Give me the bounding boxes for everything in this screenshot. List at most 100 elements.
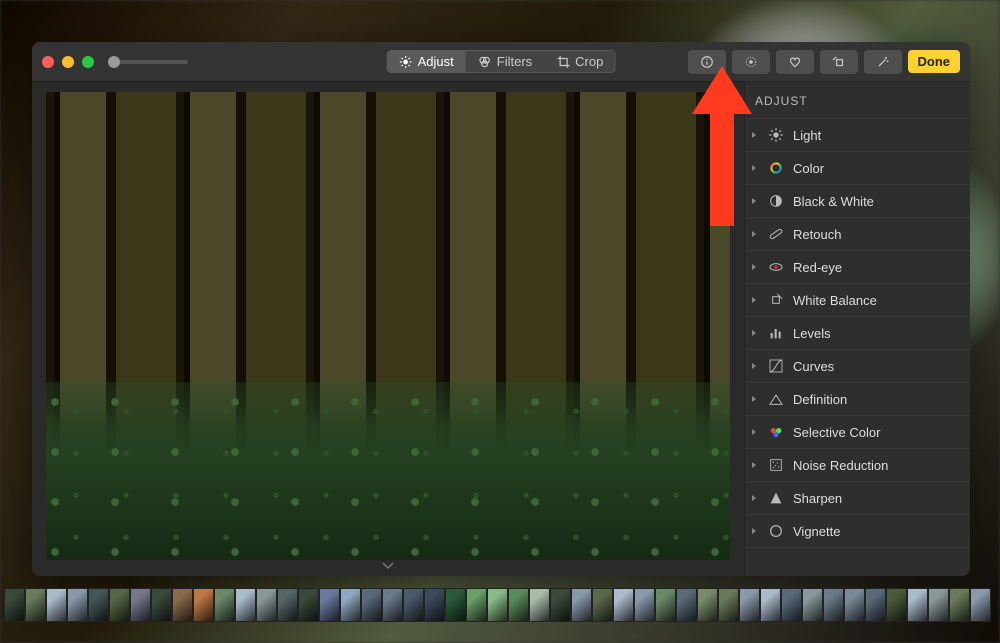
filmstrip-thumb[interactable]	[571, 588, 592, 622]
filmstrip-thumb[interactable]	[130, 588, 151, 622]
info-button[interactable]	[688, 50, 726, 74]
filmstrip-thumb[interactable]	[445, 588, 466, 622]
chevron-down-icon	[382, 562, 394, 570]
vignette-icon	[767, 522, 785, 540]
definition-icon	[767, 390, 785, 408]
done-button[interactable]: Done	[908, 50, 961, 73]
adjust-row-label: Vignette	[793, 524, 840, 539]
filters-icon	[478, 55, 492, 69]
rotate-button[interactable]	[820, 50, 858, 74]
filmstrip-thumb[interactable]	[949, 588, 970, 622]
adjust-row-label: White Balance	[793, 293, 877, 308]
tab-filters[interactable]: Filters	[466, 50, 544, 73]
filmstrip-thumb[interactable]	[802, 588, 823, 622]
filmstrip-thumb[interactable]	[109, 588, 130, 622]
filmstrip-thumb[interactable]	[634, 588, 655, 622]
filmstrip-thumb[interactable]	[277, 588, 298, 622]
adjust-row-levels[interactable]: Levels	[745, 317, 970, 350]
filmstrip-thumb[interactable]	[697, 588, 718, 622]
filmstrip-thumb[interactable]	[424, 588, 445, 622]
magic-wand-icon	[876, 55, 890, 69]
filmstrip-thumb[interactable]	[907, 588, 928, 622]
filmstrip-thumb[interactable]	[970, 588, 991, 622]
disclosure-triangle-icon	[749, 197, 759, 205]
filmstrip-thumb[interactable]	[298, 588, 319, 622]
disclosure-triangle-icon	[749, 428, 759, 436]
filmstrip-thumb[interactable]	[508, 588, 529, 622]
adjust-row-label: Light	[793, 128, 821, 143]
minimize-window-button[interactable]	[62, 56, 74, 68]
tab-adjust[interactable]: Adjust	[387, 50, 466, 73]
filmstrip-thumb[interactable]	[760, 588, 781, 622]
filmstrip-thumb[interactable]	[214, 588, 235, 622]
filmstrip-thumb[interactable]	[739, 588, 760, 622]
filmstrip-thumb[interactable]	[67, 588, 88, 622]
adjust-row-light[interactable]: Light	[745, 119, 970, 152]
toolbar: Adjust Filters Crop	[32, 42, 970, 82]
filmstrip-thumb[interactable]	[340, 588, 361, 622]
adjust-row-color[interactable]: Color	[745, 152, 970, 185]
filmstrip-thumb[interactable]	[256, 588, 277, 622]
adjust-row-black-white[interactable]: Black & White	[745, 185, 970, 218]
adjust-row-white-balance[interactable]: White Balance	[745, 284, 970, 317]
selective-color-icon	[767, 423, 785, 441]
filmstrip-thumb[interactable]	[403, 588, 424, 622]
adjust-row-label: Selective Color	[793, 425, 880, 440]
filmstrip-thumb[interactable]	[529, 588, 550, 622]
filmstrip-thumb[interactable]	[886, 588, 907, 622]
filmstrip-thumb[interactable]	[193, 588, 214, 622]
filmstrip-thumb[interactable]	[844, 588, 865, 622]
filmstrip-thumb[interactable]	[172, 588, 193, 622]
disclosure-triangle-icon	[749, 461, 759, 469]
fullscreen-window-button[interactable]	[82, 56, 94, 68]
sharpen-icon	[767, 489, 785, 507]
filmstrip-thumb[interactable]	[25, 588, 46, 622]
adjust-row-selective-color[interactable]: Selective Color	[745, 416, 970, 449]
disclosure-triangle-icon	[749, 296, 759, 304]
adjust-row-red-eye[interactable]: Red-eye	[745, 251, 970, 284]
tab-crop[interactable]: Crop	[544, 50, 615, 73]
filmstrip-thumb[interactable]	[655, 588, 676, 622]
light-icon	[767, 126, 785, 144]
rotate-icon	[832, 55, 846, 69]
auto-enhance-button[interactable]	[864, 50, 902, 74]
adjust-row-vignette[interactable]: Vignette	[745, 515, 970, 548]
tab-crop-label: Crop	[575, 54, 603, 69]
live-photo-button[interactable]	[732, 50, 770, 74]
heart-icon	[788, 55, 802, 69]
adjust-row-definition[interactable]: Definition	[745, 383, 970, 416]
filmstrip[interactable]	[0, 588, 1000, 643]
disclosure-triangle-icon	[749, 263, 759, 271]
filmstrip-thumb[interactable]	[487, 588, 508, 622]
filmstrip-thumb[interactable]	[781, 588, 802, 622]
zoom-slider[interactable]	[108, 60, 188, 64]
close-window-button[interactable]	[42, 56, 54, 68]
photo-preview[interactable]	[46, 92, 730, 560]
disclosure-triangle-icon	[749, 164, 759, 172]
filmstrip-thumb[interactable]	[865, 588, 886, 622]
filmstrip-thumb[interactable]	[235, 588, 256, 622]
filmstrip-thumb[interactable]	[718, 588, 739, 622]
favorite-button[interactable]	[776, 50, 814, 74]
adjust-row-retouch[interactable]: Retouch	[745, 218, 970, 251]
filmstrip-thumb[interactable]	[151, 588, 172, 622]
filmstrip-thumb[interactable]	[592, 588, 613, 622]
filmstrip-thumb[interactable]	[88, 588, 109, 622]
adjust-panel: ADJUST LightColorBlack & WhiteRetouchRed…	[744, 82, 970, 576]
filmstrip-thumb[interactable]	[4, 588, 25, 622]
adjust-row-noise-reduction[interactable]: Noise Reduction	[745, 449, 970, 482]
filmstrip-thumb[interactable]	[676, 588, 697, 622]
adjust-row-sharpen[interactable]: Sharpen	[745, 482, 970, 515]
disclosure-triangle-icon	[749, 131, 759, 139]
filmstrip-thumb[interactable]	[823, 588, 844, 622]
filmstrip-thumb[interactable]	[319, 588, 340, 622]
filmstrip-thumb[interactable]	[382, 588, 403, 622]
filmstrip-thumb[interactable]	[466, 588, 487, 622]
scrubber-handle[interactable]	[46, 560, 730, 572]
filmstrip-thumb[interactable]	[361, 588, 382, 622]
adjust-row-curves[interactable]: Curves	[745, 350, 970, 383]
filmstrip-thumb[interactable]	[46, 588, 67, 622]
filmstrip-thumb[interactable]	[613, 588, 634, 622]
filmstrip-thumb[interactable]	[550, 588, 571, 622]
filmstrip-thumb[interactable]	[928, 588, 949, 622]
